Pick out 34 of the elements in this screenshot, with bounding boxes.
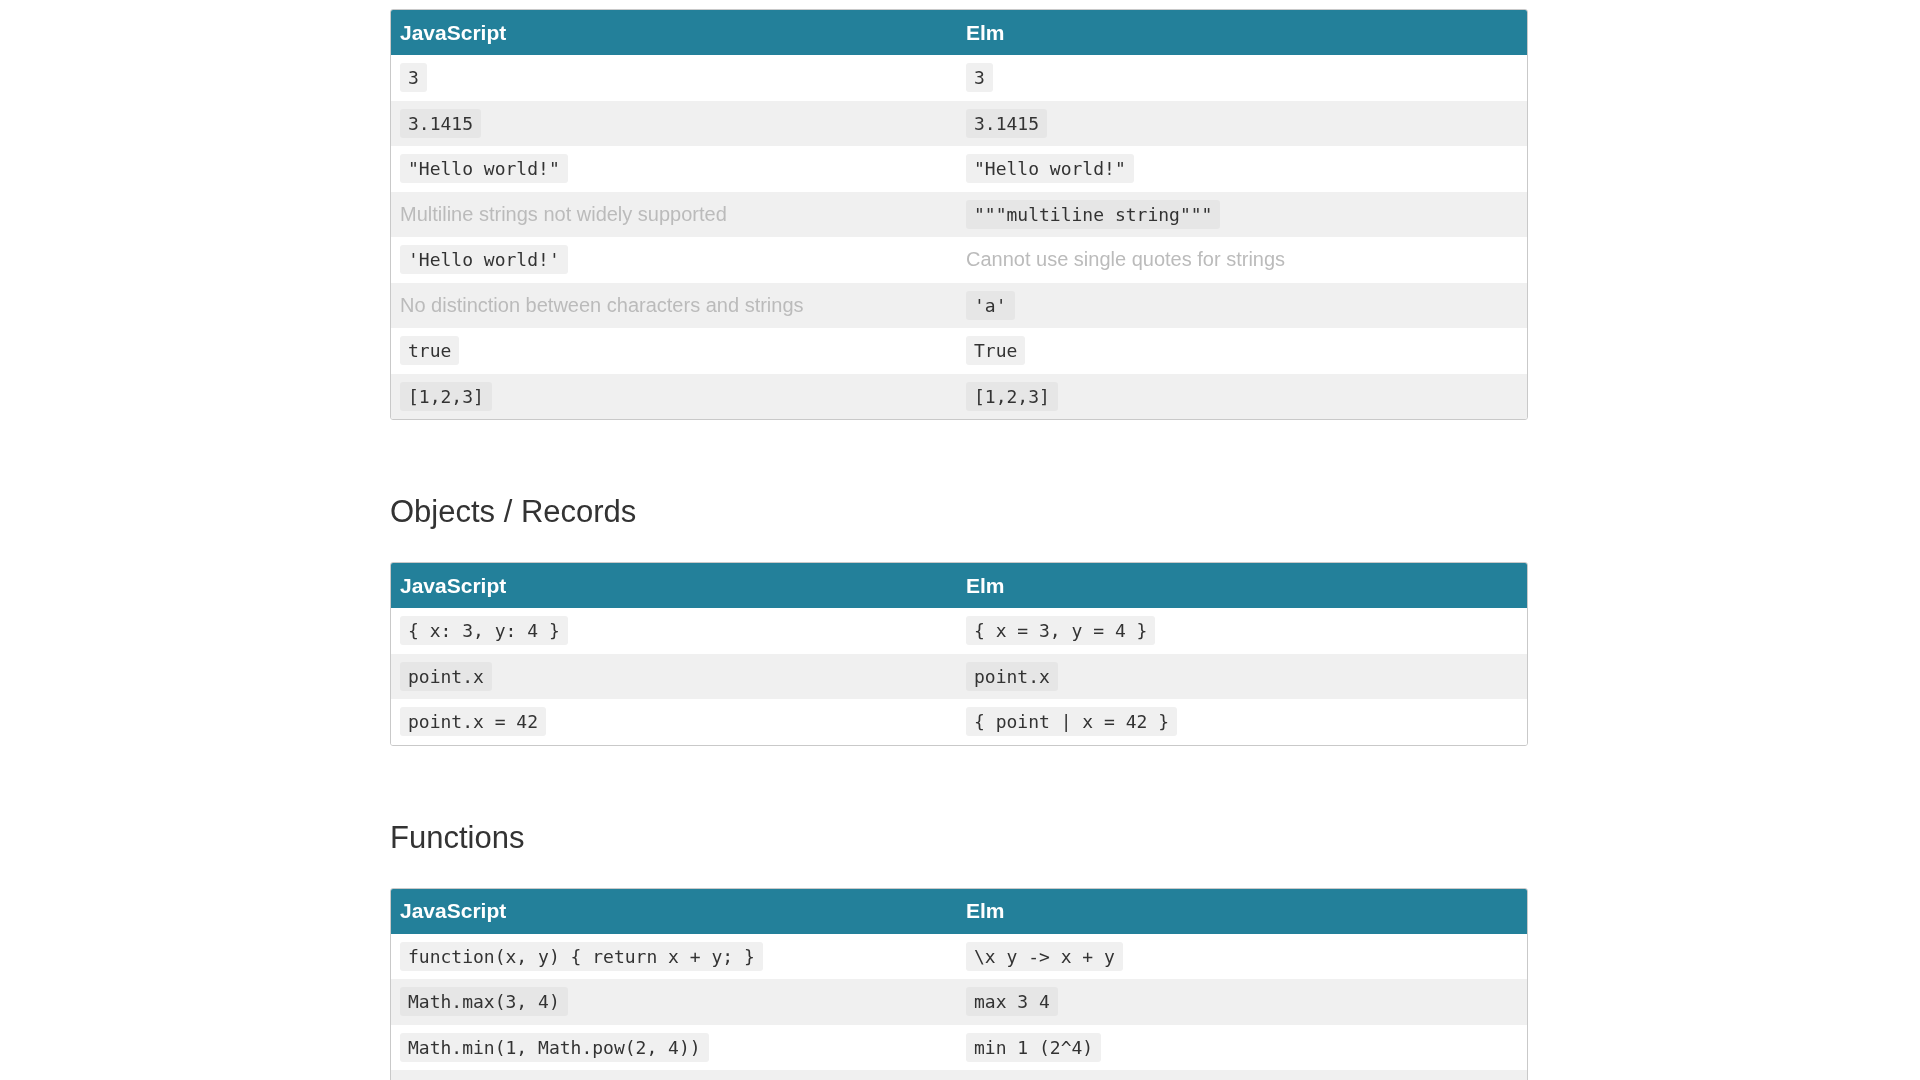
code-snippet: True — [966, 336, 1026, 366]
code-snippet: true — [400, 336, 460, 366]
column-header: JavaScript — [399, 20, 507, 45]
code-snippet: { point | x = 42 } — [966, 707, 1178, 737]
column-header: JavaScript — [399, 899, 507, 923]
code-snippet: function(x, y) { return x + y; } — [400, 941, 763, 971]
code-snippet: point.x — [400, 661, 492, 691]
code-snippet: 3.1415 — [966, 108, 1048, 138]
code-snippet: 'Hello world!' — [400, 245, 568, 275]
code-snippet: """multiline string""" — [966, 199, 1221, 229]
code-snippet: point.x = 42 — [400, 707, 547, 737]
code-snippet: max 3 4 — [966, 987, 1058, 1017]
code-snippet: [1,2,3] — [966, 381, 1058, 411]
column-header: Elm — [965, 20, 1005, 45]
code-snippet: [1,2,3] — [400, 381, 492, 411]
code-snippet: "Hello world!" — [400, 154, 568, 184]
code-snippet: Math.max(3, 4) — [400, 987, 568, 1017]
code-snippet: 3 — [400, 63, 427, 93]
section-heading: Functions — [390, 818, 526, 857]
code-snippet: 'a' — [966, 290, 1015, 320]
code-snippet: Math.min(1, Math.pow(2, 4)) — [400, 1032, 709, 1062]
code-snippet: { x: 3, y: 4 } — [400, 616, 568, 646]
code-snippet: min 1 (2^4) — [966, 1032, 1102, 1062]
code-snippet: 3.1415 — [400, 108, 482, 138]
code-snippet: point.x — [966, 661, 1058, 691]
section-heading: Objects / Records — [390, 493, 638, 531]
column-header: Elm — [965, 573, 1005, 598]
table-note: Cannot use single quotes for strings — [966, 248, 1286, 272]
code-snippet: 3 — [966, 63, 993, 93]
column-header: Elm — [965, 899, 1005, 923]
column-header: JavaScript — [399, 573, 507, 598]
code-snippet: \x y -> x + y — [966, 941, 1123, 971]
code-snippet: { x = 3, y = 4 } — [966, 616, 1156, 646]
code-snippet: "Hello world!" — [966, 154, 1134, 184]
